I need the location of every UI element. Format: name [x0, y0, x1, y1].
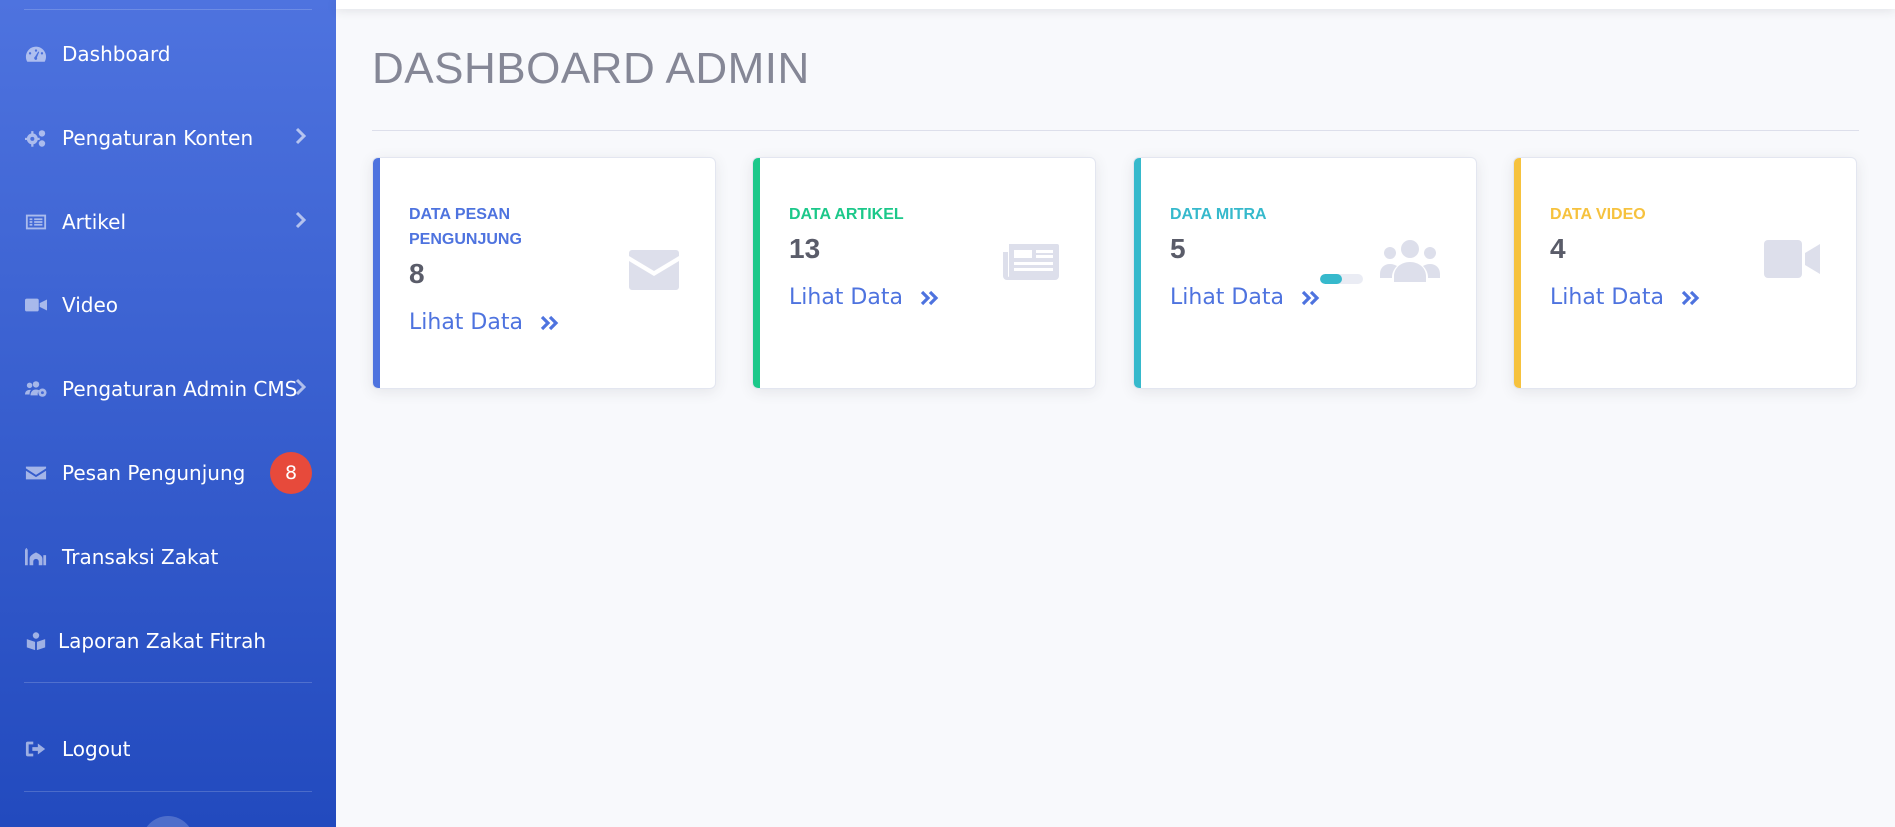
- sidebar-divider: [24, 791, 312, 792]
- card-link-label: Lihat Data: [789, 285, 903, 310]
- sidebar-item-label: Pengaturan Konten: [62, 126, 254, 150]
- sidebar-item-artikel[interactable]: Artikel: [0, 192, 336, 252]
- sidebar-item-video[interactable]: Video: [0, 275, 336, 335]
- card-title: DATA PESAN PENGUNJUNG: [409, 206, 522, 248]
- book-reader-icon: [24, 631, 48, 651]
- list-alt-icon: [24, 212, 48, 232]
- card-accent-bar: [753, 158, 760, 388]
- card-accent-bar: [1514, 158, 1521, 388]
- card-value: 5: [1170, 233, 1186, 264]
- sidebar-divider: [24, 9, 312, 10]
- card-title: DATA VIDEO: [1550, 206, 1646, 223]
- card-title: DATA ARTIKEL: [789, 206, 904, 223]
- card-link-lihat-data[interactable]: Lihat Data: [409, 310, 559, 335]
- video-icon: [24, 295, 48, 315]
- card-value: 13: [789, 233, 821, 264]
- card-link-label: Lihat Data: [409, 310, 523, 335]
- sign-out-icon: [24, 739, 48, 759]
- card-data-pesan-pengunjung: DATA PESAN PENGUNJUNG 8 Lihat Data: [372, 157, 716, 389]
- card-title: DATA MITRA: [1170, 206, 1267, 223]
- sidebar-item-laporan-zakat-fitrah[interactable]: Laporan Zakat Fitrah: [0, 611, 336, 671]
- progress-fill: [1320, 274, 1342, 284]
- card-data-artikel: DATA ARTIKEL 13 Lihat Data: [752, 157, 1096, 389]
- video-icon: [1764, 240, 1820, 282]
- card-link-lihat-data[interactable]: Lihat Data: [1170, 285, 1320, 310]
- cogs-icon: [24, 128, 48, 148]
- card-link-label: Lihat Data: [1550, 285, 1664, 310]
- newspaper-icon: [1003, 242, 1059, 284]
- card-accent-bar: [373, 158, 380, 388]
- card-value: 4: [1550, 233, 1566, 264]
- angle-double-right-icon: [919, 290, 939, 306]
- sidebar-item-label: Pesan Pengunjung: [62, 461, 246, 485]
- sidebar-item-logout[interactable]: Logout: [0, 719, 336, 779]
- page-title: DASHBOARD ADMIN: [372, 44, 810, 93]
- card-data-mitra: DATA MITRA 5 Lihat Data: [1133, 157, 1477, 389]
- envelope-icon: [629, 250, 679, 294]
- card-value: 8: [409, 258, 425, 289]
- card-link-lihat-data[interactable]: Lihat Data: [789, 285, 939, 310]
- sidebar-item-dashboard[interactable]: Dashboard: [0, 24, 336, 84]
- users-icon: [1380, 238, 1440, 286]
- tachometer-icon: [24, 44, 48, 64]
- sidebar-item-label: Dashboard: [62, 42, 171, 66]
- sidebar-item-pengaturan-admin-cms[interactable]: Pengaturan Admin CMS: [0, 359, 336, 419]
- card-link-label: Lihat Data: [1170, 285, 1284, 310]
- card-link-lihat-data[interactable]: Lihat Data: [1550, 285, 1700, 310]
- mosque-icon: [24, 547, 48, 567]
- sidebar-toggle-button[interactable]: [142, 816, 194, 827]
- sidebar-item-transaksi-zakat[interactable]: Transaksi Zakat: [0, 527, 336, 587]
- chevron-right-icon: [294, 211, 307, 233]
- users-cog-icon: [24, 379, 48, 399]
- envelope-icon: [24, 463, 48, 483]
- sidebar-item-pesan-pengunjung[interactable]: Pesan Pengunjung 8: [0, 443, 336, 503]
- card-accent-bar: [1134, 158, 1141, 388]
- chevron-right-icon: [294, 127, 307, 149]
- sidebar-item-label: Pengaturan Admin CMS: [62, 377, 298, 401]
- chevron-right-icon: [294, 378, 307, 400]
- sidebar-item-label: Video: [62, 293, 119, 317]
- title-divider: [372, 130, 1859, 131]
- sidebar-item-pengaturan-konten[interactable]: Pengaturan Konten: [0, 108, 336, 168]
- topbar: [336, 0, 1895, 9]
- sidebar-item-label: Transaksi Zakat: [62, 545, 219, 569]
- sidebar-divider: [24, 682, 312, 683]
- sidebar: Dashboard Pengaturan Konten Artikel Vide…: [0, 0, 336, 827]
- angle-double-right-icon: [539, 315, 559, 331]
- card-data-video: DATA VIDEO 4 Lihat Data: [1513, 157, 1857, 389]
- angle-double-right-icon: [1300, 290, 1320, 306]
- angle-double-right-icon: [1680, 290, 1700, 306]
- sidebar-item-label: Laporan Zakat Fitrah: [58, 629, 267, 653]
- sidebar-item-label: Logout: [62, 737, 131, 761]
- progress-bar: [1320, 274, 1363, 284]
- sidebar-item-label: Artikel: [62, 210, 127, 234]
- notification-badge: 8: [270, 452, 312, 494]
